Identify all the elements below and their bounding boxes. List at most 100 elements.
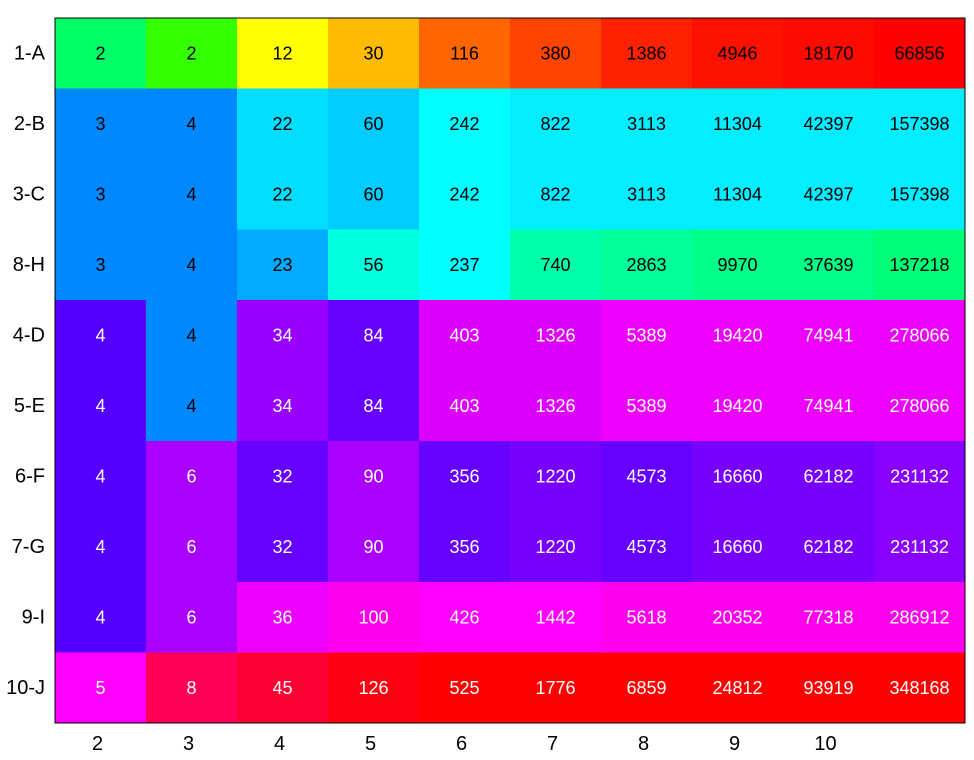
cell-value-label: 22 xyxy=(272,114,292,134)
cell-value-label: 74941 xyxy=(803,325,853,345)
cell-value-label: 4 xyxy=(95,325,105,345)
cell-value-label: 231132 xyxy=(890,537,949,557)
cell-value-label: 24812 xyxy=(712,678,762,698)
row-label: 3-C xyxy=(13,183,45,205)
row-label: 6-F xyxy=(15,465,45,487)
cell-value-label: 84 xyxy=(363,325,383,345)
cell-value-label: 30 xyxy=(363,43,383,63)
cell-value-label: 90 xyxy=(363,466,383,486)
cell-value-label: 32 xyxy=(272,537,292,557)
row-label: 9-I xyxy=(22,606,45,628)
cell-value-label: 60 xyxy=(363,114,383,134)
cell-value-label: 4 xyxy=(186,184,196,204)
cell-value-label: 403 xyxy=(449,396,479,416)
cell-value-label: 4 xyxy=(186,396,196,416)
cell-value-label: 42397 xyxy=(803,114,853,134)
cell-value-label: 4573 xyxy=(626,537,666,557)
cell-value-label: 242 xyxy=(449,184,479,204)
cell-value-label: 3 xyxy=(95,184,105,204)
cell-value-label: 2863 xyxy=(626,255,666,275)
cell-value-label: 4 xyxy=(95,466,105,486)
cell-value-label: 18170 xyxy=(803,43,853,63)
cell-value-label: 66856 xyxy=(894,43,944,63)
cell-value-label: 3113 xyxy=(627,114,666,134)
row-label: 5-E xyxy=(14,395,45,417)
cell-value-label: 84 xyxy=(363,396,383,416)
column-tick-label: 10 xyxy=(814,733,836,755)
cell-value-label: 62182 xyxy=(803,537,853,557)
cell-value-label: 2 xyxy=(95,43,105,63)
cell-value-label: 426 xyxy=(449,607,479,627)
cell-value-label: 34 xyxy=(272,325,292,345)
cell-value-label: 11304 xyxy=(713,114,762,134)
cell-value-label: 4 xyxy=(186,114,196,134)
cell-value-label: 77318 xyxy=(803,607,853,627)
row-label: 2-B xyxy=(14,113,45,135)
cell-value-label: 6 xyxy=(186,466,196,486)
cell-value-label: 42397 xyxy=(803,184,853,204)
column-tick-label: 4 xyxy=(274,733,285,755)
cell-value-label: 1442 xyxy=(535,607,575,627)
cell-value-label: 278066 xyxy=(889,325,949,345)
column-tick-label: 6 xyxy=(456,733,467,755)
cell-value-label: 4 xyxy=(186,255,196,275)
cell-value-label: 34 xyxy=(272,396,292,416)
cell-value-label: 286912 xyxy=(889,607,949,627)
cell-value-label: 525 xyxy=(449,678,479,698)
cell-value-label: 116 xyxy=(450,43,479,63)
cell-value-label: 380 xyxy=(540,43,570,63)
cell-value-label: 37639 xyxy=(803,255,853,275)
row-label: 8-H xyxy=(13,254,45,276)
cell-value-label: 403 xyxy=(449,325,479,345)
cell-value-label: 356 xyxy=(449,466,479,486)
column-tick-label: 5 xyxy=(365,733,376,755)
column-tick-label: 8 xyxy=(638,733,649,755)
row-label: 10-J xyxy=(6,677,45,699)
cell-value-label: 6 xyxy=(186,537,196,557)
cell-value-label: 137218 xyxy=(889,255,949,275)
cell-value-label: 4573 xyxy=(626,466,666,486)
cell-value-label: 32 xyxy=(272,466,292,486)
cell-value-label: 1776 xyxy=(535,678,575,698)
column-tick-label: 3 xyxy=(183,733,194,755)
cell-value-label: 1220 xyxy=(535,466,575,486)
cell-value-label: 4 xyxy=(95,396,105,416)
cell-value-label: 8 xyxy=(186,678,196,698)
cell-value-label: 356 xyxy=(449,537,479,557)
row-label: 7-G xyxy=(12,536,45,558)
cell-value-label: 12 xyxy=(272,43,292,63)
cell-value-label: 9970 xyxy=(717,255,757,275)
cell-value-label: 74941 xyxy=(803,396,853,416)
column-tick-label: 7 xyxy=(547,733,558,755)
cell-value-label: 5618 xyxy=(626,607,666,627)
cell-value-label: 3 xyxy=(95,255,105,275)
cell-value-label: 16660 xyxy=(712,537,762,557)
cell-value-label: 45 xyxy=(272,678,292,698)
cell-value-label: 4 xyxy=(95,607,105,627)
cell-value-label: 3 xyxy=(95,114,105,134)
cell-value-label: 93919 xyxy=(803,678,853,698)
cell-value-label: 20352 xyxy=(712,607,762,627)
cell-value-label: 3113 xyxy=(627,184,666,204)
cell-value-label: 22 xyxy=(272,184,292,204)
cell-value-label: 242 xyxy=(449,114,479,134)
cell-value-label: 1386 xyxy=(626,43,666,63)
cell-value-label: 157398 xyxy=(889,184,949,204)
cell-value-label: 126 xyxy=(358,678,388,698)
cell-value-label: 60 xyxy=(363,184,383,204)
cell-value-label: 5 xyxy=(95,678,105,698)
cell-value-label: 4 xyxy=(95,537,105,557)
heatmap-chart: 2 2 12 30 116 380 1386 4946 18170 668563 4 22 60 242 8… xyxy=(6,17,966,755)
cell-value-label: 1326 xyxy=(535,325,575,345)
cell-value-label: 231132 xyxy=(890,466,949,486)
cell-value-label: 16660 xyxy=(712,466,762,486)
row-label: 1-A xyxy=(14,42,46,64)
cell-value-label: 5389 xyxy=(626,325,666,345)
row-labels: 1-A 2-B 3-C 8-H 4-D 5-E 6-F 7-G 9-I 10-J xyxy=(6,42,46,699)
cell-value-label: 237 xyxy=(449,255,479,275)
cell-value-label: 11304 xyxy=(713,184,762,204)
cell-value-label: 1326 xyxy=(535,396,575,416)
heatmap-cells: 2 2 12 30 116 380 1386 4946 18170 668563 4 22 60 242 8… xyxy=(55,18,966,724)
cell-value-label: 4946 xyxy=(717,43,757,63)
cell-value-label: 100 xyxy=(358,607,388,627)
